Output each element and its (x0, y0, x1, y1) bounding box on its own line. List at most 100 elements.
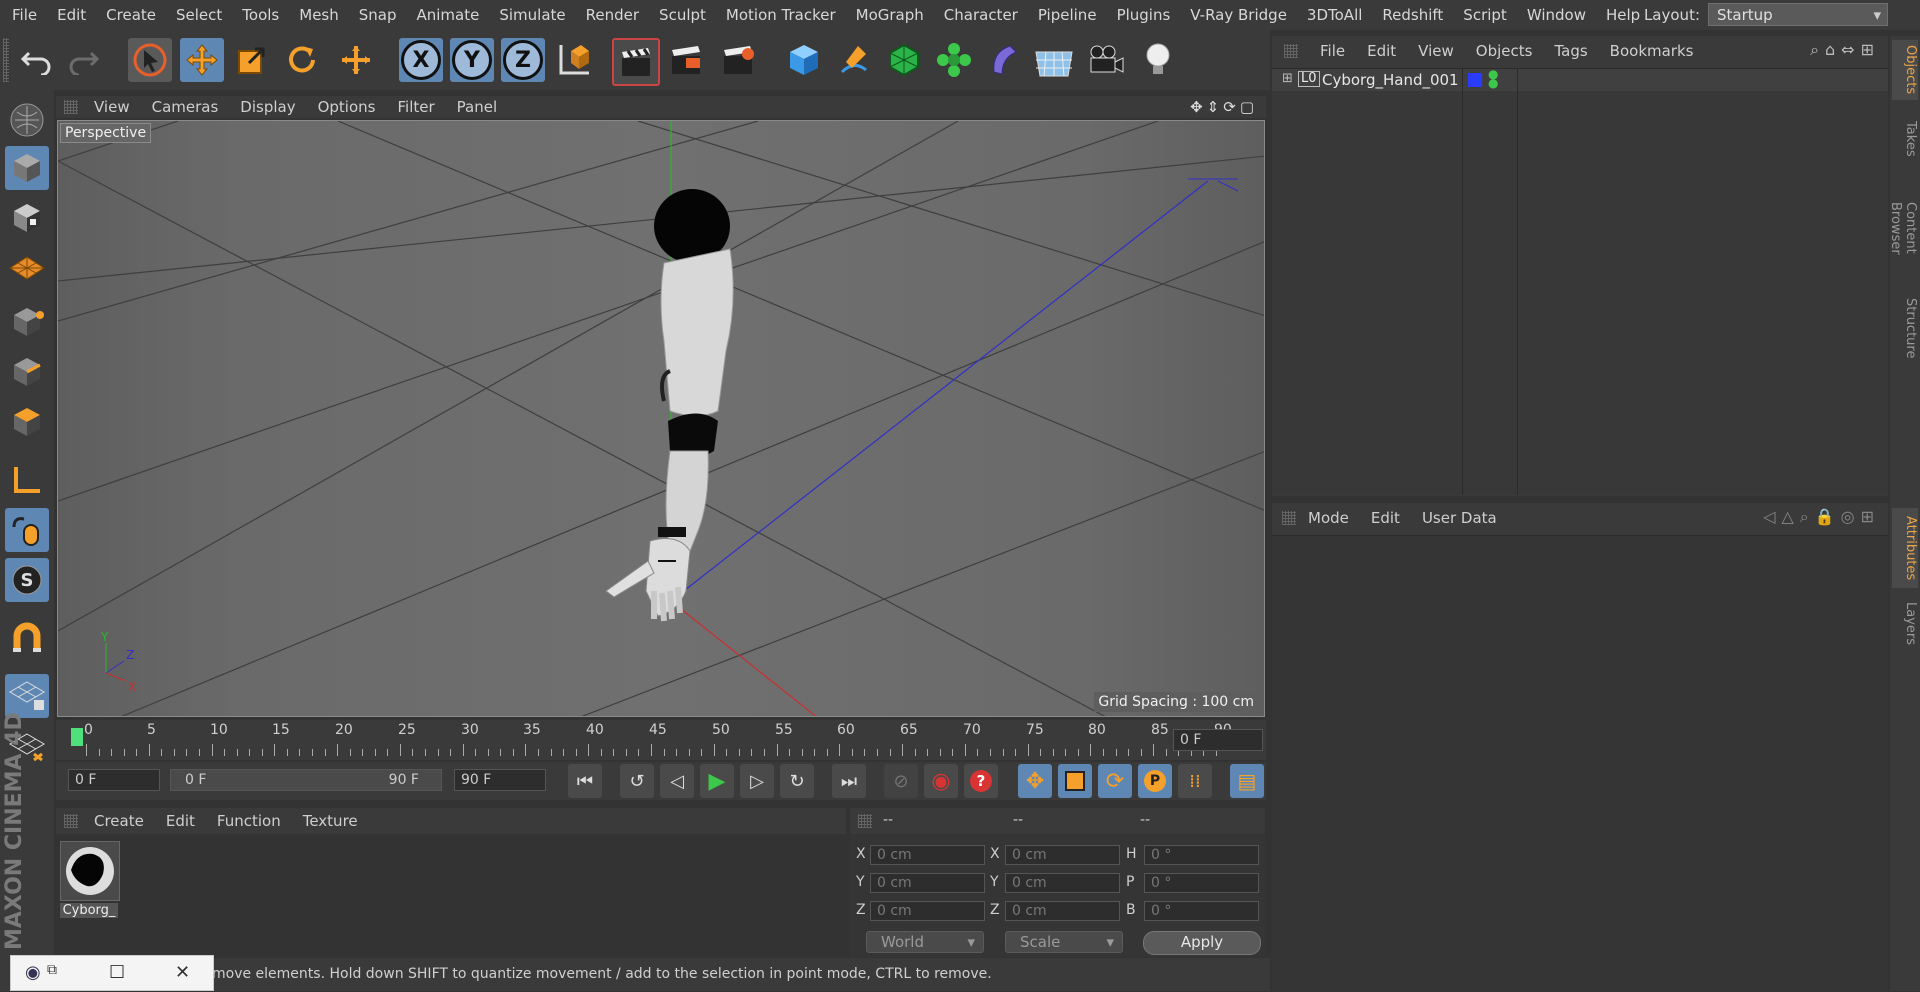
size-z-field[interactable]: 0 cm (1005, 901, 1120, 921)
menu-plugins[interactable]: Plugins (1117, 6, 1171, 24)
menu-create[interactable]: Create (106, 6, 156, 24)
menu-window[interactable]: Window (1527, 6, 1586, 24)
tweak-mode-button[interactable] (5, 508, 49, 552)
menu-edit[interactable]: Edit (57, 6, 86, 24)
deformer-button[interactable] (982, 38, 1026, 82)
select-tool-button[interactable] (128, 38, 172, 82)
position-x-field[interactable]: 0 cm (870, 845, 985, 865)
rotation-b-field[interactable]: 0 ° (1144, 901, 1259, 921)
tab-objects[interactable]: Objects (1892, 40, 1918, 100)
rotate-tool-button[interactable] (280, 38, 324, 82)
render-view-button[interactable] (612, 38, 660, 86)
tab-attributes[interactable]: Attributes (1892, 508, 1918, 588)
go-to-next-key-button[interactable]: ↻ (780, 764, 814, 798)
move-tool-button[interactable] (180, 38, 224, 82)
camera-button[interactable] (1084, 38, 1128, 82)
undo-button[interactable] (14, 38, 58, 82)
timeline-playhead[interactable] (71, 728, 83, 746)
menu-render[interactable]: Render (586, 6, 639, 24)
menu-simulate[interactable]: Simulate (499, 6, 565, 24)
next-frame-button[interactable]: ▷ (740, 764, 774, 798)
object-row[interactable]: ⊞ L0 Cyborg_Hand_001 ● ● (1272, 68, 1888, 91)
viewport-menu-panel[interactable]: Panel (457, 98, 497, 116)
object-name[interactable]: Cyborg_Hand_001 (1322, 71, 1459, 89)
menu-pipeline[interactable]: Pipeline (1038, 6, 1097, 24)
menu-animate[interactable]: Animate (417, 6, 480, 24)
object-menu-objects[interactable]: Objects (1476, 42, 1533, 60)
start-frame-field[interactable]: 0 F (68, 769, 160, 791)
material-menu-create[interactable]: Create (94, 812, 144, 830)
model-mode-button[interactable] (5, 146, 49, 190)
object-menu-file[interactable]: File (1320, 42, 1345, 60)
render-settings-button[interactable] (716, 38, 760, 82)
tab-takes[interactable]: Takes (1892, 114, 1918, 164)
previous-frame-button[interactable]: ◁ (660, 764, 694, 798)
keyframe-selection-button[interactable]: ? (964, 764, 998, 798)
object-menu-tags[interactable]: Tags (1554, 42, 1587, 60)
menu-help[interactable]: Help (1606, 6, 1640, 24)
end-frame-field[interactable]: 90 F (454, 769, 546, 791)
live-selection-button[interactable] (334, 38, 378, 82)
attribute-menu-user-data[interactable]: User Data (1422, 509, 1497, 527)
rotation-p-field[interactable]: 0 ° (1144, 873, 1259, 893)
visibility-dots-icon[interactable]: ● ● (1488, 68, 1498, 89)
menu-mesh[interactable]: Mesh (299, 6, 339, 24)
attribute-menu-mode[interactable]: Mode (1308, 509, 1349, 527)
edges-mode-button[interactable] (5, 350, 49, 394)
menu-file[interactable]: File (12, 6, 37, 24)
rotation-h-field[interactable]: 0 ° (1144, 845, 1259, 865)
menu-motion-tracker[interactable]: Motion Tracker (726, 6, 836, 24)
z-axis-lock-button[interactable]: Z (501, 38, 545, 82)
menu-character[interactable]: Character (944, 6, 1018, 24)
cloner-button[interactable] (932, 38, 976, 82)
material-menu-texture[interactable]: Texture (303, 812, 358, 830)
axis-mode-button[interactable] (5, 458, 49, 502)
tab-content-browser[interactable]: Content Browser (1888, 174, 1918, 282)
menu-sculpt[interactable]: Sculpt (659, 6, 706, 24)
menu-vray-bridge[interactable]: V-Ray Bridge (1190, 6, 1287, 24)
attribute-toolbar-icons[interactable]: ◁△⌕🔒◎⊞ (1763, 507, 1880, 527)
size-x-field[interactable]: 0 cm (1005, 845, 1120, 865)
perspective-viewport[interactable]: Y Z X Perspective Grid Spacing : 100 cm (57, 120, 1265, 717)
close-icon[interactable]: ✕ (175, 962, 190, 983)
points-mode-button[interactable] (5, 300, 49, 344)
viewport-menu-view[interactable]: View (94, 98, 130, 116)
layer-color-swatch[interactable] (1468, 73, 1482, 87)
pen-spline-button[interactable] (832, 38, 876, 82)
key-position-button[interactable]: ✥ (1018, 764, 1052, 798)
key-scale-button[interactable] (1058, 764, 1092, 798)
key-parameter-button[interactable]: P (1138, 764, 1172, 798)
scale-tool-button[interactable] (230, 38, 274, 82)
y-axis-lock-button[interactable]: Y (450, 38, 494, 82)
viewport-menu-display[interactable]: Display (240, 98, 295, 116)
coordinate-system-button[interactable] (552, 38, 596, 82)
light-button[interactable] (1136, 38, 1180, 82)
position-y-field[interactable]: 0 cm (870, 873, 985, 893)
timeline-ruler[interactable]: 051015202530354045505560657075808590 (56, 720, 1266, 760)
position-z-field[interactable]: 0 cm (870, 901, 985, 921)
size-y-field[interactable]: 0 cm (1005, 873, 1120, 893)
menu-redshift[interactable]: Redshift (1382, 6, 1443, 24)
play-button[interactable]: ▶ (700, 764, 734, 798)
cube-object-button[interactable] (782, 38, 826, 82)
viewport-menu-options[interactable]: Options (318, 98, 376, 116)
autokeying-button[interactable]: ◉ (924, 764, 958, 798)
go-to-end-button[interactable]: ⏭ (832, 764, 866, 798)
key-pla-button[interactable]: ⁞⁞ (1178, 764, 1212, 798)
menu-3dtoall[interactable]: 3DToAll (1307, 6, 1362, 24)
restore-icon[interactable]: ⧉ (47, 962, 57, 978)
enable-snap-button[interactable] (5, 616, 49, 660)
size-mode-select[interactable]: Scale ▾ (1005, 931, 1123, 953)
record-active-button[interactable]: ⊘ (884, 764, 918, 798)
attribute-menu-edit[interactable]: Edit (1371, 509, 1400, 527)
go-to-previous-key-button[interactable]: ↺ (620, 764, 654, 798)
viewport-navigation-icons[interactable]: ✥⇕⟳▢ (1190, 98, 1258, 116)
menu-mograph[interactable]: MoGraph (856, 6, 924, 24)
workplane-mode-button[interactable] (5, 246, 49, 290)
menu-tools[interactable]: Tools (242, 6, 279, 24)
key-rotation-button[interactable]: ⟳ (1098, 764, 1132, 798)
apply-button[interactable]: Apply (1143, 931, 1261, 955)
object-search-icons[interactable]: ⌕⌂⇔⊞ (1810, 40, 1880, 60)
viewport-menu-filter[interactable]: Filter (397, 98, 434, 116)
subdivision-button[interactable] (882, 38, 926, 82)
